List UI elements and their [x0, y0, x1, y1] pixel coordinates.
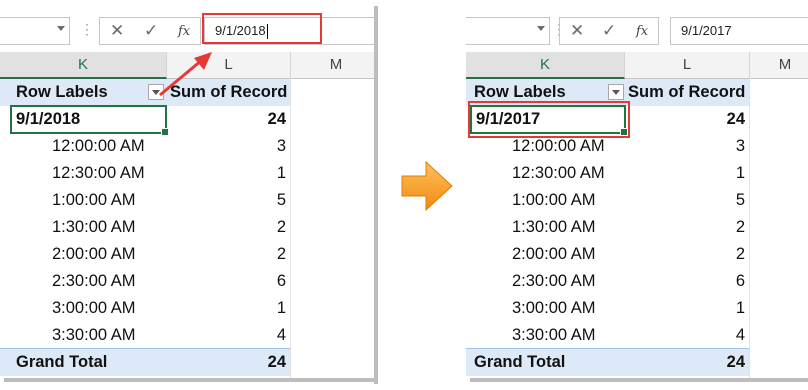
- time-label[interactable]: 1:00:00 AM: [52, 187, 135, 214]
- table-row: 2:00:00 AM 2: [0, 241, 290, 268]
- time-count[interactable]: 5: [170, 187, 286, 214]
- time-count[interactable]: 2: [628, 241, 745, 268]
- check-icon[interactable]: ✓: [144, 21, 158, 41]
- pointer-arrow-icon: [159, 52, 212, 97]
- time-label[interactable]: 3:00:00 AM: [512, 295, 595, 322]
- grand-total-value[interactable]: 24: [628, 349, 745, 376]
- close-icon[interactable]: ✕: [570, 21, 584, 41]
- formula-buttons: ✕ ✓ fx: [559, 17, 659, 45]
- gridline: [290, 78, 291, 378]
- chevron-down-icon[interactable]: [537, 26, 545, 31]
- grand-total-label[interactable]: Grand Total: [16, 349, 107, 376]
- table-row: 1:00:00 AM 5: [0, 187, 290, 214]
- time-label[interactable]: 1:30:00 AM: [512, 214, 595, 241]
- table-row: 3:00:00 AM 1: [0, 295, 290, 322]
- time-label[interactable]: 12:30:00 AM: [512, 160, 605, 187]
- panel-shadow: [374, 6, 378, 384]
- grand-total-label[interactable]: Grand Total: [474, 349, 565, 376]
- right-excel-panel: ⋮ ✕ ✓ fx 9/1/2017 K L M Row Labels Sum o…: [466, 0, 808, 378]
- time-label[interactable]: 2:30:00 AM: [52, 268, 135, 295]
- worksheet-grid: K L M Row Labels Sum of Record 9/1/2017 …: [466, 52, 808, 378]
- panel-shadow: [470, 378, 808, 382]
- date-total[interactable]: 24: [628, 106, 745, 133]
- time-label[interactable]: 2:30:00 AM: [512, 268, 595, 295]
- column-header-k[interactable]: K: [0, 52, 167, 79]
- time-count[interactable]: 1: [170, 295, 286, 322]
- date-total[interactable]: 24: [170, 106, 286, 133]
- panel-shadow: [4, 378, 378, 382]
- arrow-head: [194, 52, 212, 70]
- time-count[interactable]: 5: [628, 187, 745, 214]
- chevron-down-icon[interactable]: [57, 26, 65, 31]
- check-icon[interactable]: ✓: [602, 21, 616, 41]
- formula-input[interactable]: 9/1/2017: [670, 17, 808, 45]
- gridline: [749, 78, 750, 378]
- time-label[interactable]: 1:00:00 AM: [512, 187, 595, 214]
- name-box[interactable]: [466, 17, 550, 45]
- time-label[interactable]: 2:00:00 AM: [52, 241, 135, 268]
- time-label[interactable]: 3:30:00 AM: [52, 322, 135, 349]
- table-row: 2:30:00 AM 6: [0, 268, 290, 295]
- time-count[interactable]: 3: [628, 133, 745, 160]
- grand-total-value[interactable]: 24: [170, 349, 286, 376]
- time-label[interactable]: 2:00:00 AM: [512, 241, 595, 268]
- sum-of-record-header[interactable]: Sum of Record: [628, 79, 745, 106]
- right-arrow-icon: [401, 160, 453, 212]
- column-header-l[interactable]: L: [625, 52, 750, 79]
- table-row: 3:00:00 AM 1: [466, 295, 749, 322]
- time-label[interactable]: 12:00:00 AM: [512, 133, 605, 160]
- time-label[interactable]: 3:30:00 AM: [512, 322, 595, 349]
- worksheet-grid: K L M Row Labels Sum of Record 9/1/2018 …: [0, 52, 374, 378]
- orange-arrow-shape: [401, 160, 453, 212]
- time-count[interactable]: 1: [170, 160, 286, 187]
- time-count[interactable]: 2: [628, 214, 745, 241]
- time-count[interactable]: 2: [170, 241, 286, 268]
- time-count[interactable]: 3: [170, 133, 286, 160]
- table-row: 12:00:00 AM 3: [466, 133, 749, 160]
- table-row: 3:30:00 AM 4: [0, 322, 290, 349]
- time-count[interactable]: 1: [628, 295, 745, 322]
- column-header-m[interactable]: M: [750, 52, 808, 79]
- time-count[interactable]: 4: [628, 322, 745, 349]
- formula-highlight-box: [202, 13, 322, 44]
- time-label[interactable]: 3:00:00 AM: [52, 295, 135, 322]
- table-row: 1:30:00 AM 2: [466, 214, 749, 241]
- time-count[interactable]: 6: [170, 268, 286, 295]
- time-label[interactable]: 1:30:00 AM: [52, 214, 135, 241]
- grand-total-row: Grand Total 24: [466, 348, 749, 376]
- drag-handle-icon[interactable]: ⋮: [80, 22, 94, 36]
- table-row: 3:30:00 AM 4: [466, 322, 749, 349]
- table-row: 1:00:00 AM 5: [466, 187, 749, 214]
- time-count[interactable]: 6: [628, 268, 745, 295]
- table-row: 2:00:00 AM 2: [466, 241, 749, 268]
- pivot-header-row: Row Labels Sum of Record: [0, 79, 290, 106]
- formula-value: 9/1/2017: [681, 23, 732, 38]
- time-count[interactable]: 2: [170, 214, 286, 241]
- time-count[interactable]: 4: [170, 322, 286, 349]
- table-row: 2:30:00 AM 6: [466, 268, 749, 295]
- column-header-m[interactable]: M: [291, 52, 374, 79]
- time-count[interactable]: 1: [628, 160, 745, 187]
- grand-total-row: Grand Total 24: [0, 348, 290, 376]
- arrow-shaft: [159, 58, 203, 97]
- name-box[interactable]: [0, 17, 70, 45]
- selected-cell-outline: [10, 105, 169, 136]
- filter-dropdown-icon[interactable]: [608, 84, 624, 100]
- row-labels-header[interactable]: Row Labels: [16, 79, 108, 106]
- table-row: 12:00:00 AM 3: [0, 133, 290, 160]
- table-row: 12:30:00 AM 1: [0, 160, 290, 187]
- close-icon[interactable]: ✕: [110, 21, 124, 41]
- fx-icon[interactable]: fx: [636, 22, 648, 42]
- formula-bar: ⋮ ✕ ✓ fx 9/1/2017: [466, 10, 808, 48]
- column-header-k[interactable]: K: [466, 52, 625, 79]
- table-row: 1:30:00 AM 2: [0, 214, 290, 241]
- time-label[interactable]: 12:00:00 AM: [52, 133, 145, 160]
- table-row: 12:30:00 AM 1: [466, 160, 749, 187]
- fx-icon[interactable]: fx: [178, 22, 190, 42]
- time-label[interactable]: 12:30:00 AM: [52, 160, 145, 187]
